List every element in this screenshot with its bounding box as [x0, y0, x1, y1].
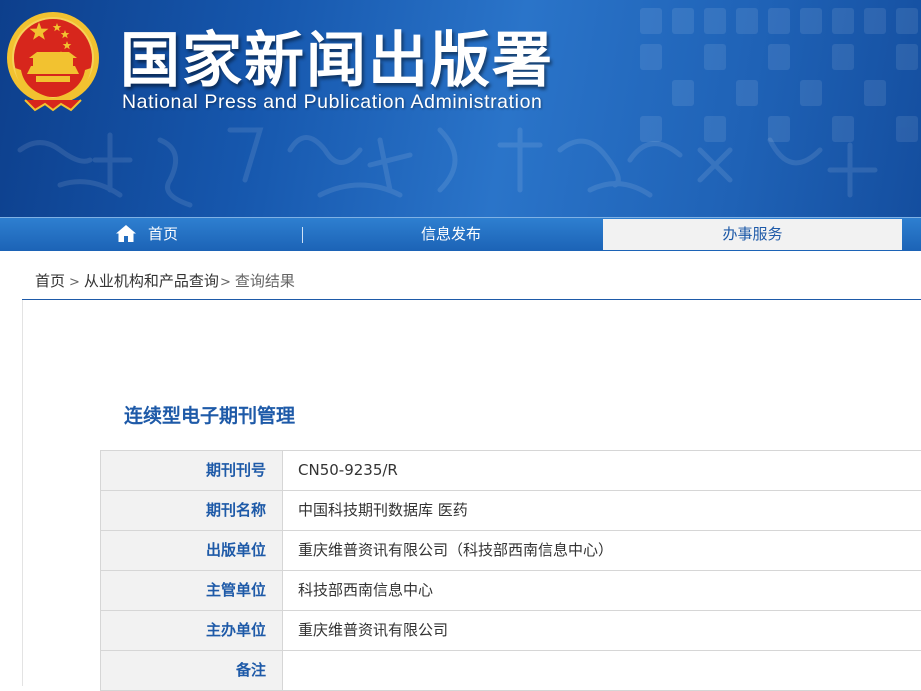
main-nav: 首页 信息发布 办事服务 — [0, 217, 921, 251]
site-title-english: National Press and Publication Administr… — [122, 91, 543, 113]
row-value — [283, 651, 921, 690]
row-value: 中国科技期刊数据库 医药 — [298, 501, 468, 519]
breadcrumb-org-query-link[interactable]: 从业机构和产品查询 — [84, 272, 219, 290]
breadcrumb: 首页 > 从业机构和产品查询> 查询结果 — [35, 270, 295, 291]
national-emblem-icon — [7, 12, 99, 112]
breadcrumb-divider — [22, 299, 921, 300]
table-row: 主管单位 科技部西南信息中心 — [101, 571, 921, 611]
nav-home-label: 首页 — [148, 225, 179, 243]
nav-home[interactable]: 首页 — [116, 218, 178, 251]
row-value: 重庆维普资讯有限公司（科技部西南信息中心） — [298, 541, 614, 559]
table-row: 期刊刊号 CN50-9235/R — [101, 451, 921, 491]
breadcrumb-separator: > — [219, 275, 231, 290]
table-row: 主办单位 重庆维普资讯有限公司 — [101, 611, 921, 651]
nav-news[interactable]: 信息发布 — [421, 218, 481, 251]
row-value: 重庆维普资讯有限公司 — [298, 621, 449, 639]
table-row: 期刊名称 中国科技期刊数据库 医药 — [101, 491, 921, 531]
row-value: 科技部西南信息中心 — [298, 581, 434, 599]
section-title: 连续型电子期刊管理 — [124, 405, 296, 427]
table-row: 出版单位 重庆维普资讯有限公司（科技部西南信息中心） — [101, 531, 921, 571]
row-label: 备注 — [101, 651, 283, 690]
row-label: 主办单位 — [101, 611, 283, 650]
breadcrumb-separator: > — [69, 275, 80, 290]
home-icon — [116, 225, 136, 242]
site-title-chinese: 国家新闻出版署 — [120, 26, 554, 96]
site-banner: 国家新闻出版署 National Press and Publication A… — [0, 0, 921, 217]
row-label: 期刊名称 — [101, 491, 283, 530]
breadcrumb-current: 查询结果 — [234, 272, 295, 290]
journal-info-table: 期刊刊号 CN50-9235/R 期刊名称 中国科技期刊数据库 医药 出版单位 … — [100, 450, 921, 691]
row-label: 主管单位 — [101, 571, 283, 610]
table-row: 备注 — [101, 651, 921, 691]
nav-service-active[interactable]: 办事服务 — [603, 219, 902, 250]
row-label: 期刊刊号 — [101, 451, 283, 490]
nav-divider — [302, 227, 303, 243]
breadcrumb-home-link[interactable]: 首页 — [35, 272, 65, 290]
content-border — [22, 300, 23, 686]
row-label: 出版单位 — [101, 531, 283, 570]
row-value: CN50-9235/R — [298, 461, 398, 479]
